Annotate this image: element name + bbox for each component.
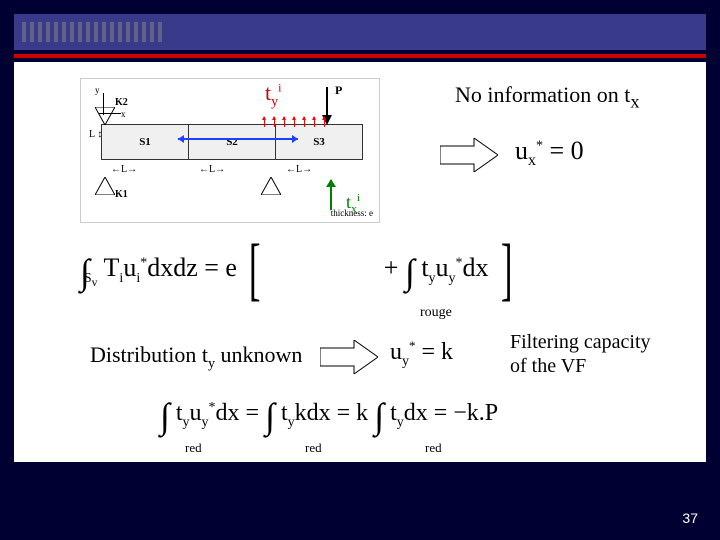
final-equation: ∫ tyuy*dx = ∫ tykdx = k ∫ tydx = −k.P xyxy=(160,395,498,437)
tx-label: txi xyxy=(346,192,360,217)
blue-span-icon xyxy=(178,138,298,140)
k1-label: K1 xyxy=(115,189,128,200)
beam: S1 S2 S3 xyxy=(101,124,363,160)
axis-x-label: x xyxy=(121,109,126,119)
rouge-label: rouge xyxy=(420,305,452,321)
page-number: 37 xyxy=(682,510,698,526)
ty-label: tyi xyxy=(265,80,281,110)
arrow-right-icon xyxy=(440,138,498,172)
axis-y-label: y xyxy=(95,85,100,95)
accent-line xyxy=(14,54,706,58)
segment-s2: S2 xyxy=(189,125,276,159)
arrow-right-icon-2 xyxy=(320,340,378,374)
filtering-capacity-text: Filtering capacityof the VF xyxy=(510,330,651,378)
support-top-left xyxy=(95,107,115,125)
no-info-text: No information on tx xyxy=(455,82,640,112)
distribution-unknown-text: Distribution ty unknown xyxy=(90,342,302,372)
dim-L1: ←L→ xyxy=(111,164,137,175)
header-bar xyxy=(14,14,706,50)
k2-label: K2 xyxy=(115,97,128,108)
red-label-3: red xyxy=(425,440,442,456)
red-label-2: red xyxy=(305,440,322,456)
dim-L3: ←L→ xyxy=(286,164,312,175)
ux-equals-zero: ux* = 0 xyxy=(515,136,584,170)
support-bottom-mid xyxy=(261,177,281,195)
tx-arrow-icon xyxy=(330,180,332,210)
segment-s3: S3 xyxy=(276,125,362,159)
uy-equals-k: uy* = k xyxy=(390,338,453,370)
load-label: P xyxy=(335,83,342,98)
virtual-work-equation: ∫Sv Tiui*dxdz = e [ + ∫ tyuy*dx ] xyxy=(80,250,518,293)
support-bottom-left xyxy=(95,177,115,195)
beam-diagram: y x L ↕ S1 S2 S3 ←L→ ←L→ ←L→ K2 K1 P thi… xyxy=(80,78,380,223)
ty-arrows-icon xyxy=(260,117,340,129)
dim-L2: ←L→ xyxy=(199,164,225,175)
red-label-1: red xyxy=(185,440,202,456)
